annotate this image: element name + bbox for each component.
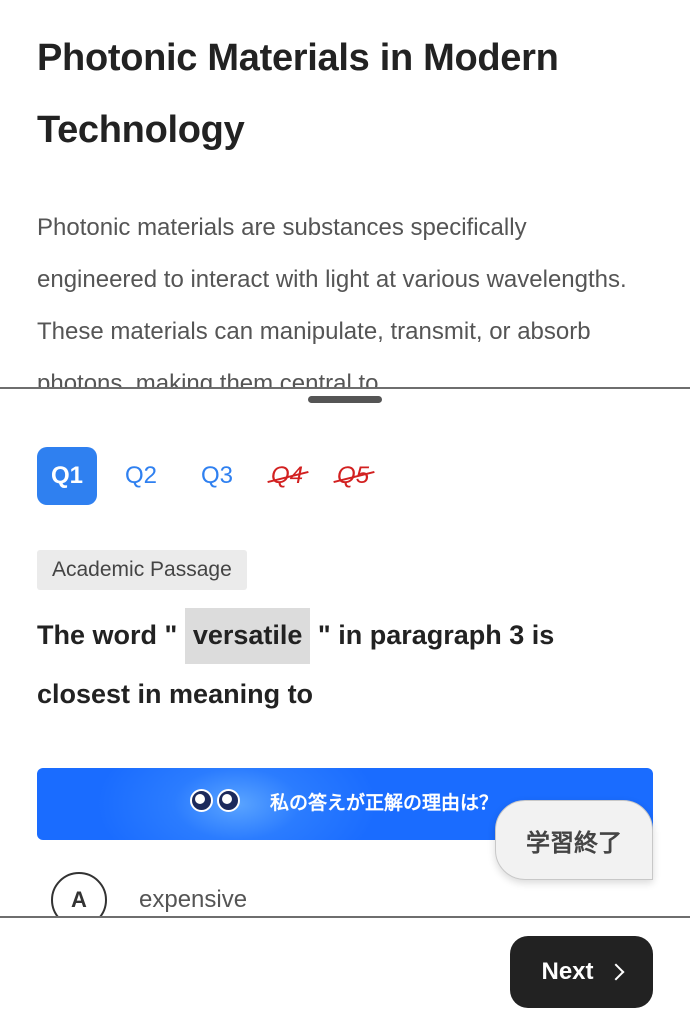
tab-q2[interactable]: Q2: [125, 447, 157, 505]
eyes-icon: [190, 789, 240, 812]
passage-body: Photonic materials are substances specif…: [37, 214, 627, 388]
finish-study-button[interactable]: 学習終了: [495, 800, 653, 880]
tab-q3[interactable]: Q3: [201, 447, 233, 505]
option-text: expensive: [139, 886, 248, 913]
question-text: The word " versatile " in paragraph 3 is…: [37, 606, 637, 724]
tab-q5[interactable]: Q5: [337, 447, 369, 505]
answer-reason-label: 私の答えが正解の理由は？: [270, 793, 499, 814]
question-tabs: Q1 Q2 Q3 Q4 Q5: [37, 447, 369, 505]
question-text-before: The word ": [37, 620, 185, 650]
next-button[interactable]: Next: [510, 936, 653, 1008]
left-eye: [190, 789, 213, 812]
passage-panel[interactable]: Photonic Materials in Modern Technology …: [0, 0, 690, 388]
panel-divider: [0, 387, 690, 389]
highlighted-word: versatile: [184, 608, 311, 664]
passage-type-tag: Academic Passage: [37, 550, 247, 590]
chevron-right-icon: [607, 963, 625, 981]
bottom-bar: Next: [0, 916, 690, 1024]
passage-title: Photonic Materials in Modern Technology: [37, 37, 559, 151]
next-button-label: Next: [541, 958, 594, 985]
reading-question-screen: Photonic Materials in Modern Technology …: [0, 0, 690, 1024]
tab-q4[interactable]: Q4: [271, 447, 303, 505]
tab-q1[interactable]: Q1: [37, 447, 97, 505]
drag-handle[interactable]: [308, 396, 382, 403]
right-eye: [217, 789, 240, 812]
